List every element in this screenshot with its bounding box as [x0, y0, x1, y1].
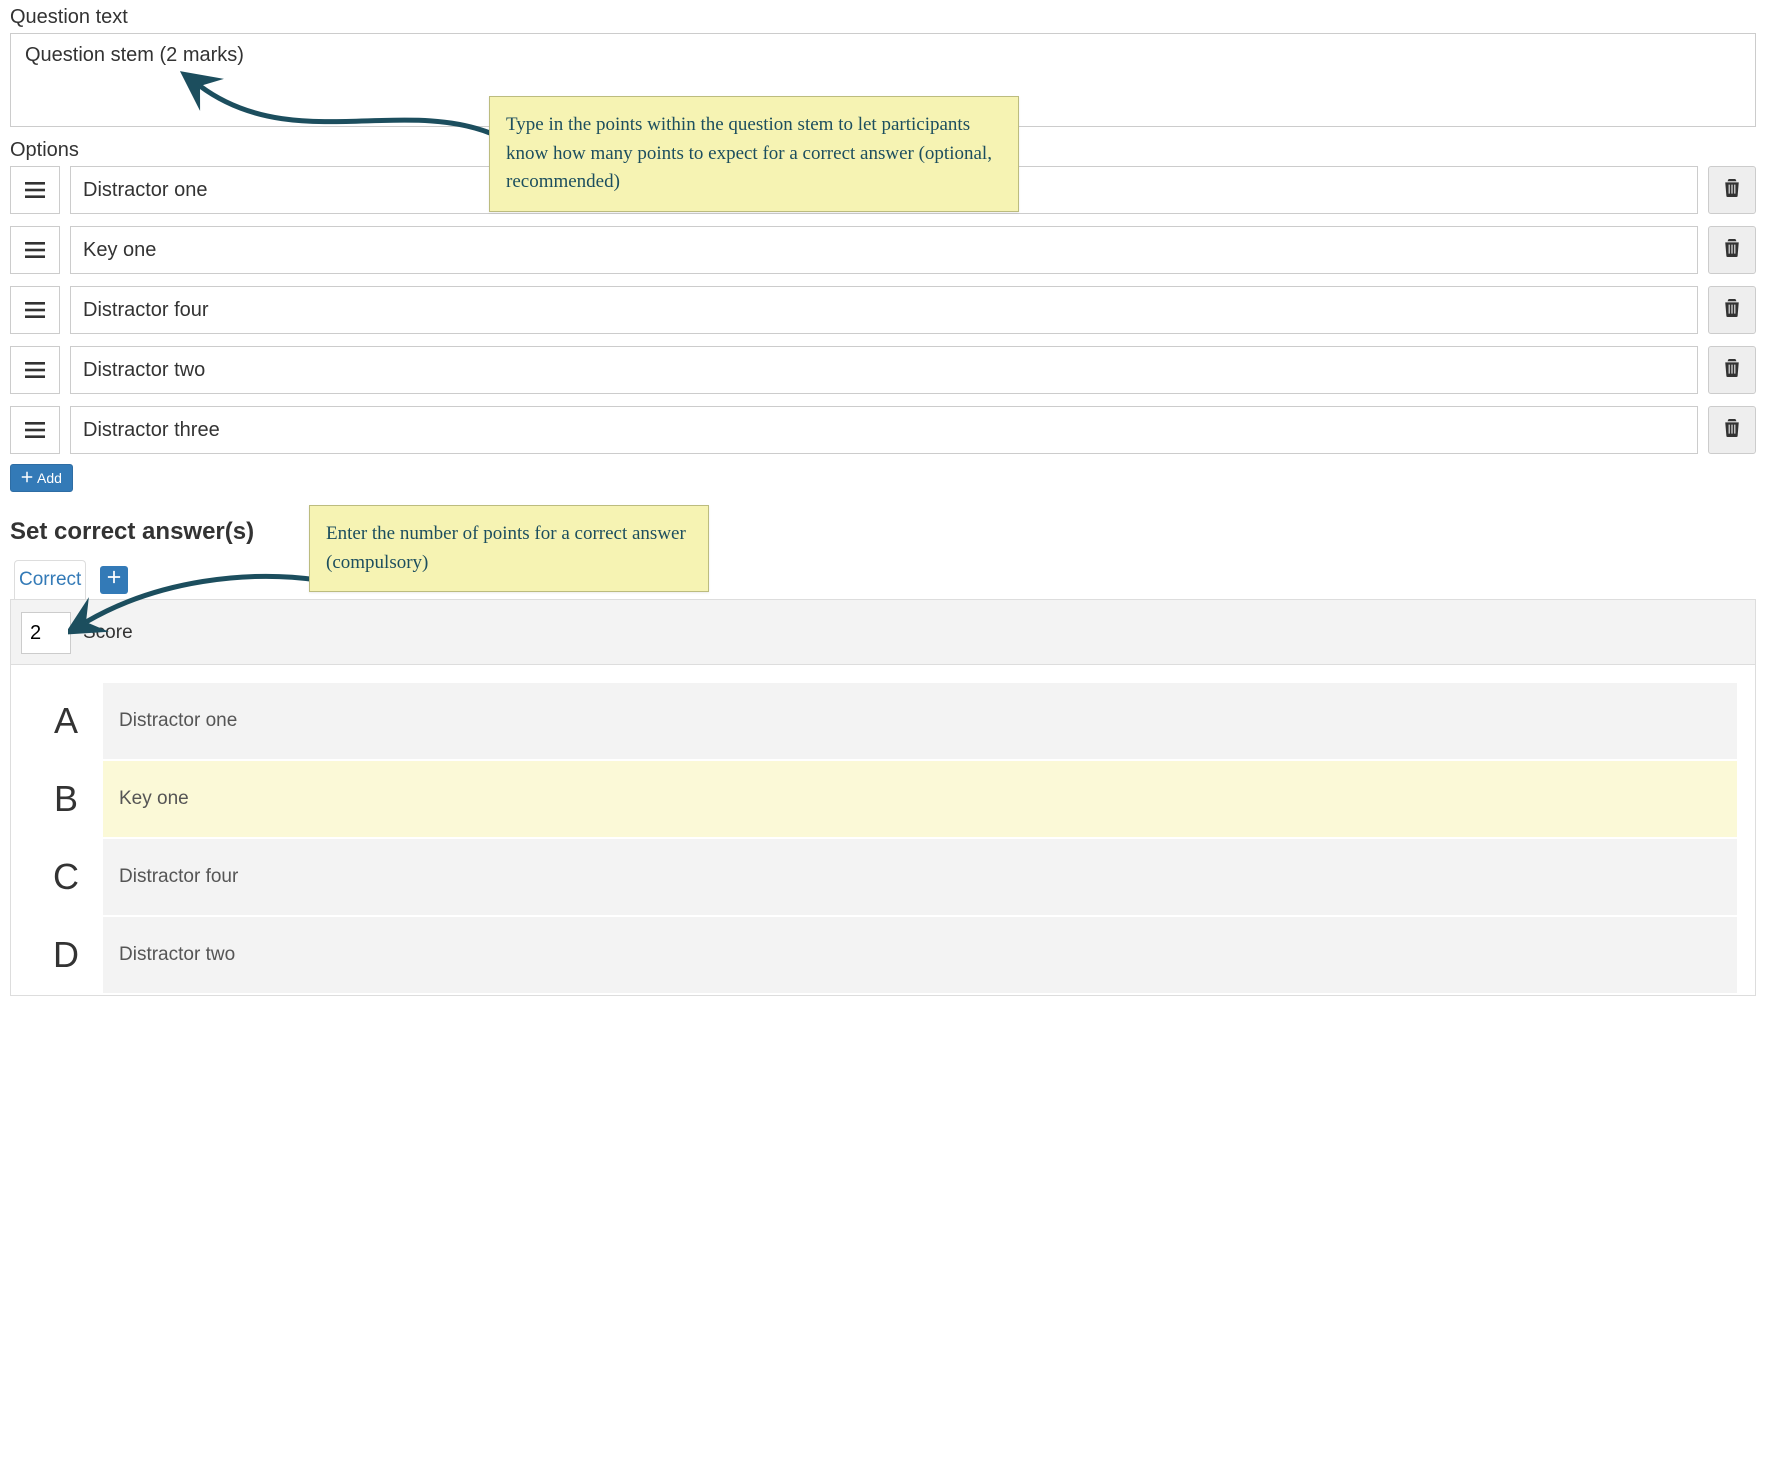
option-text-input[interactable] [70, 226, 1698, 274]
trash-icon [1724, 239, 1740, 262]
delete-option-button[interactable] [1708, 406, 1756, 454]
callout-score-required: Enter the number of points for a correct… [309, 505, 709, 592]
plus-icon [107, 570, 121, 589]
drag-handle-icon[interactable] [10, 226, 60, 274]
answers-container: ADistractor oneBKey oneCDistractor fourD… [10, 665, 1756, 996]
option-row [10, 346, 1756, 394]
answer-text: Key one [105, 761, 1737, 837]
callout-points-in-stem: Type in the points within the question s… [489, 96, 1019, 212]
answer-row[interactable]: ADistractor one [29, 683, 1737, 759]
set-correct-heading: Set correct answer(s) [10, 518, 1756, 546]
delete-option-button[interactable] [1708, 286, 1756, 334]
answer-row[interactable]: CDistractor four [29, 839, 1737, 915]
add-tab-button[interactable] [100, 566, 128, 594]
add-option-label: Add [37, 470, 62, 486]
answer-letter: B [29, 761, 103, 837]
answer-text: Distractor two [105, 917, 1737, 993]
delete-option-button[interactable] [1708, 346, 1756, 394]
plus-icon [21, 470, 33, 486]
option-row [10, 406, 1756, 454]
add-option-button[interactable]: Add [10, 464, 73, 492]
drag-handle-icon[interactable] [10, 166, 60, 214]
score-label: Score [83, 622, 133, 644]
trash-icon [1724, 419, 1740, 442]
option-text-input[interactable] [70, 286, 1698, 334]
drag-handle-icon[interactable] [10, 286, 60, 334]
correct-tabs: Correct [10, 560, 1756, 599]
score-input[interactable] [21, 612, 71, 654]
answer-letter: D [29, 917, 103, 993]
trash-icon [1724, 299, 1740, 322]
tab-correct[interactable]: Correct [14, 560, 86, 599]
answer-text: Distractor four [105, 839, 1737, 915]
delete-option-button[interactable] [1708, 226, 1756, 274]
option-row [10, 226, 1756, 274]
trash-icon [1724, 359, 1740, 382]
trash-icon [1724, 179, 1740, 202]
question-text-label: Question text [10, 6, 1756, 29]
answer-row[interactable]: BKey one [29, 761, 1737, 837]
question-text-value: Question stem (2 marks) [25, 44, 244, 66]
answer-letter: A [29, 683, 103, 759]
answer-row[interactable]: DDistractor two [29, 917, 1737, 993]
delete-option-button[interactable] [1708, 166, 1756, 214]
drag-handle-icon[interactable] [10, 406, 60, 454]
answer-letter: C [29, 839, 103, 915]
answer-text: Distractor one [105, 683, 1737, 759]
option-text-input[interactable] [70, 346, 1698, 394]
option-text-input[interactable] [70, 406, 1698, 454]
score-panel: Score [10, 599, 1756, 665]
drag-handle-icon[interactable] [10, 346, 60, 394]
option-row [10, 286, 1756, 334]
